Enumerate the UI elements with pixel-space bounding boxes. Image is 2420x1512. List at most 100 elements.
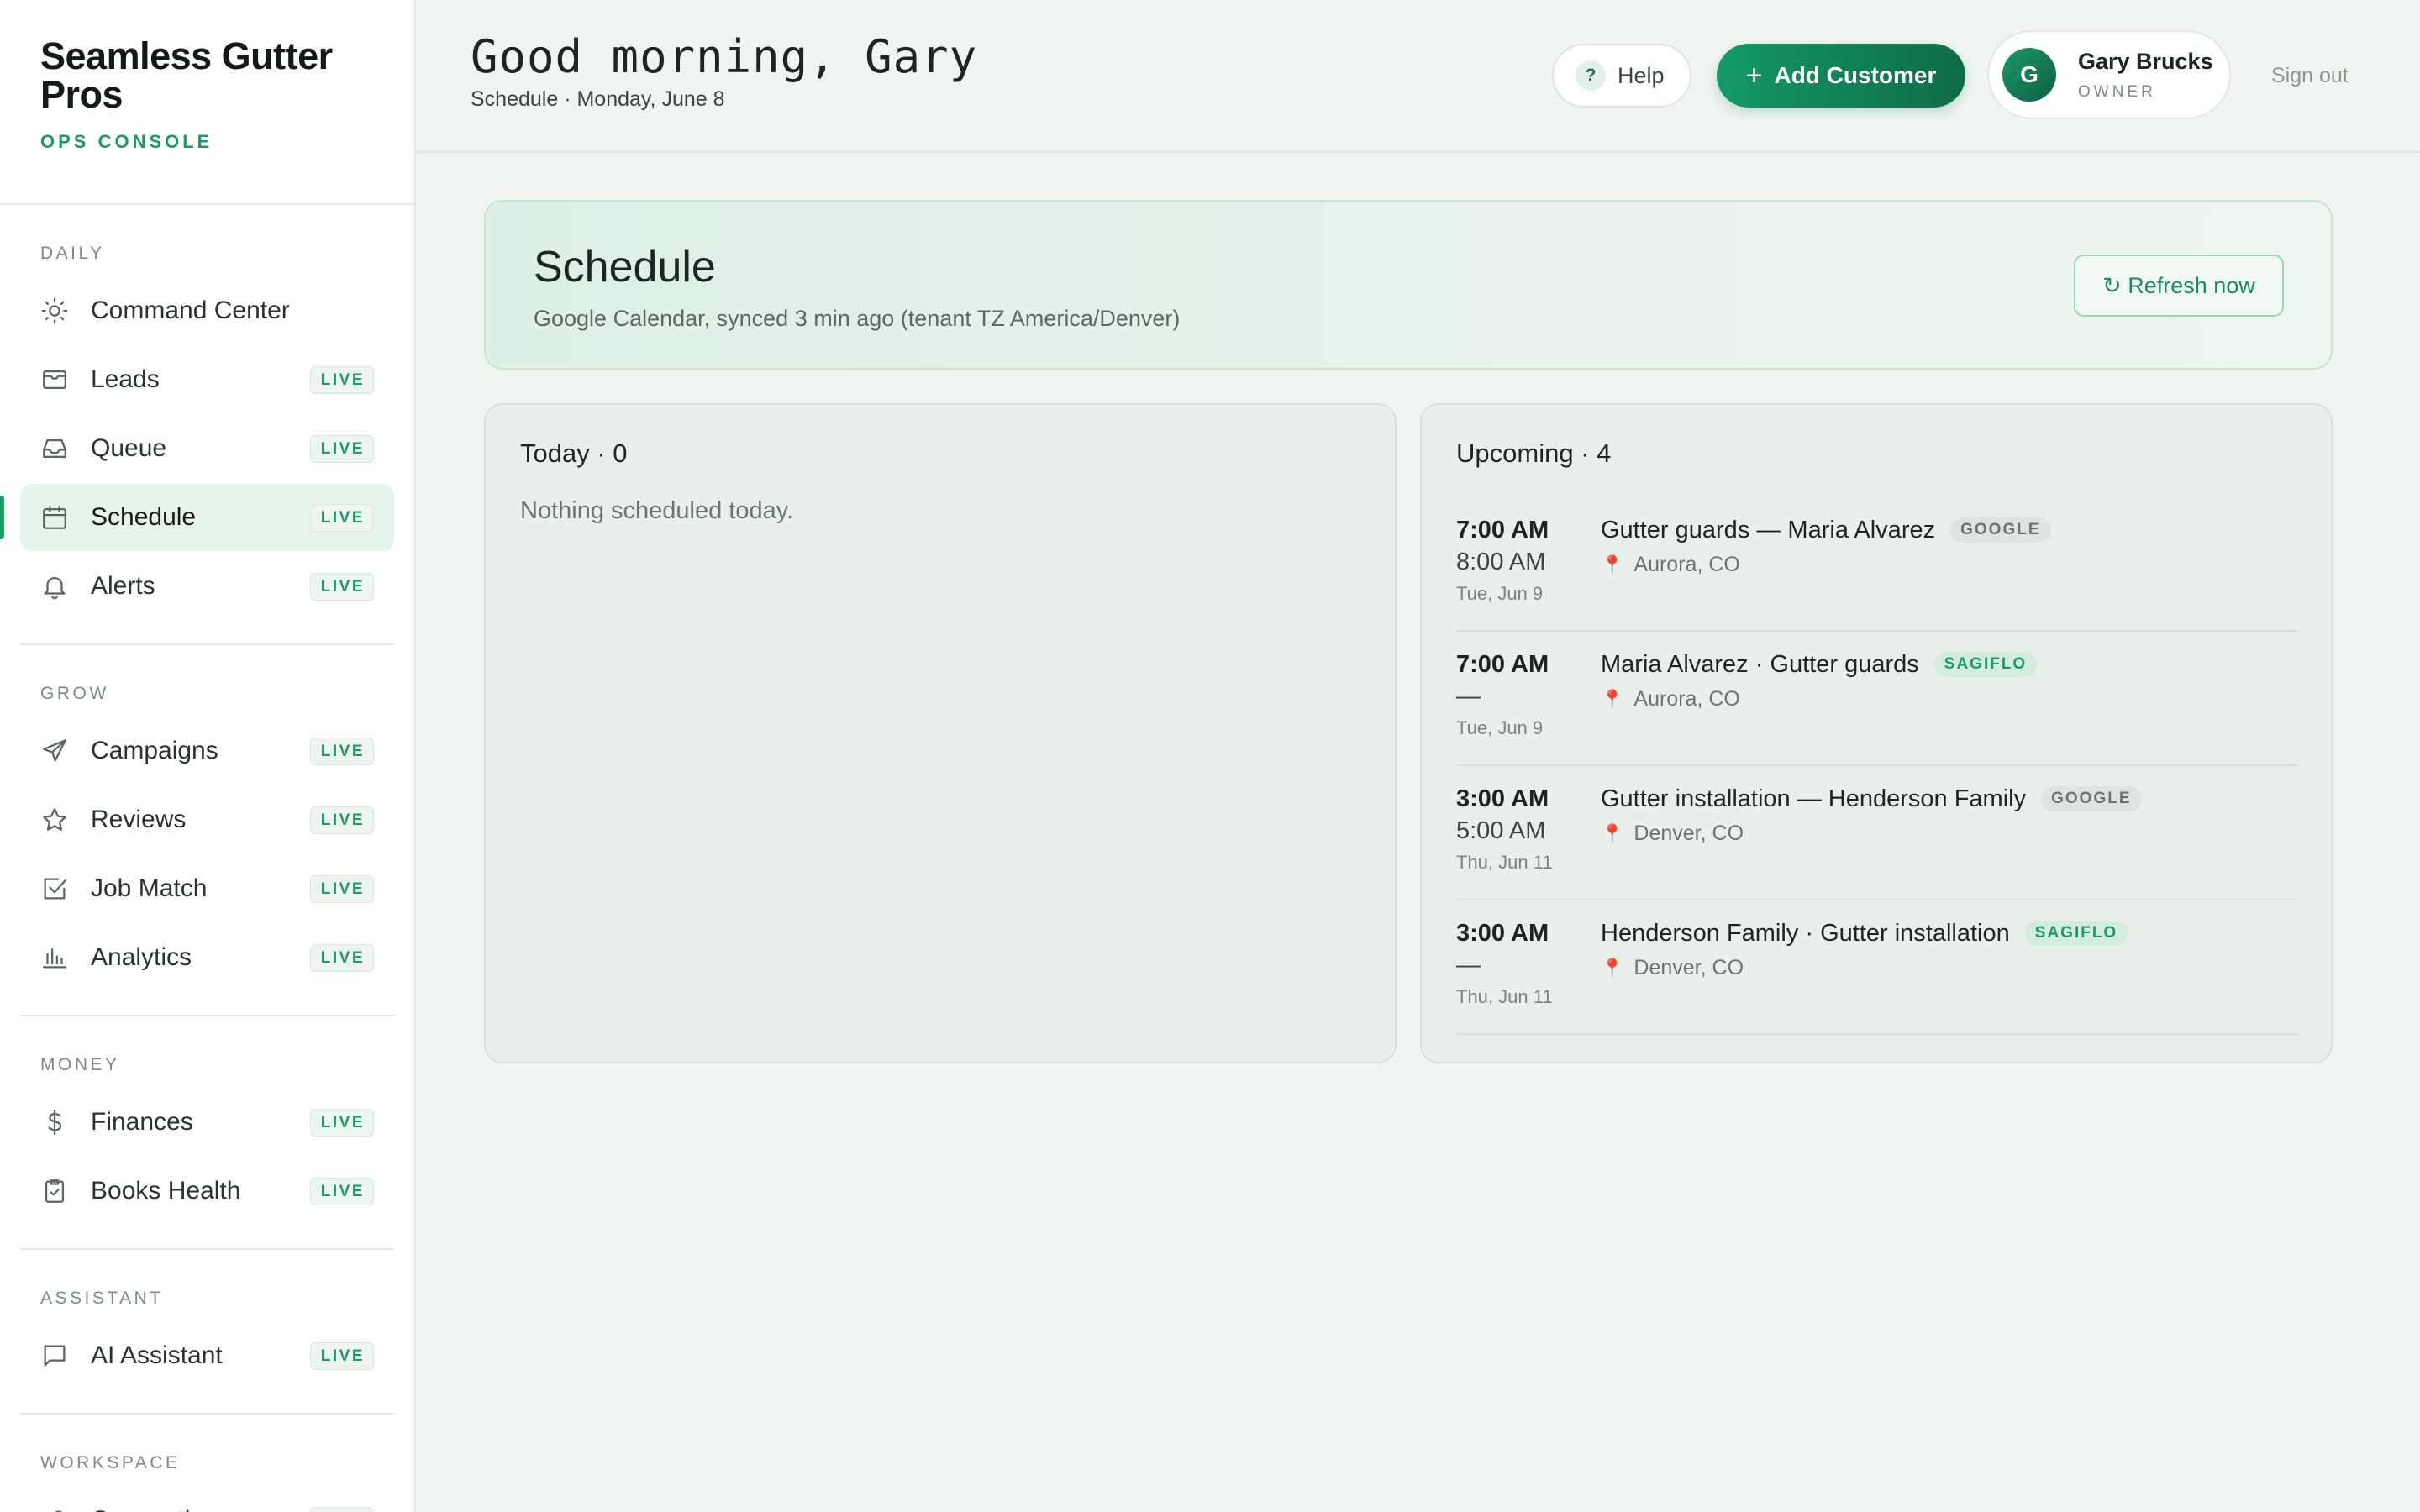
sidebar-item-campaigns[interactable]: Campaigns LIVE xyxy=(20,717,394,785)
event-title-row: Gutter guards — Maria Alvarez GOOGLE xyxy=(1601,516,2298,544)
event-start-time: 7:00 AM xyxy=(1456,651,1549,678)
event-body: Gutter installation — Henderson Family GO… xyxy=(1601,785,2298,899)
source-badge: GOOGLE xyxy=(2041,786,2142,811)
live-badge: LIVE xyxy=(309,806,374,834)
event-row[interactable]: 7:00 AM — Tue, Jun 9 Maria Alvarez · Gutter… xyxy=(1456,632,2298,766)
add-customer-button[interactable]: + Add Customer xyxy=(1717,44,1965,108)
live-badge: LIVE xyxy=(309,1108,374,1137)
map-pin-icon: 📍 xyxy=(1601,822,1624,844)
event-times: 3:00 AM — Thu, Jun 11 xyxy=(1456,919,1601,1033)
source-badge: SAGIFLO xyxy=(2024,921,2128,946)
help-button-label: Help xyxy=(1618,62,1665,88)
event-end-time: 8:00 AM xyxy=(1456,549,1546,575)
sidebar-item-alerts[interactable]: Alerts LIVE xyxy=(20,553,394,620)
nav-section-workspace: WORKSPACE ConnectionsLIVE xyxy=(20,1415,394,1512)
sidebar-item-queue[interactable]: Queue LIVE xyxy=(20,415,394,482)
user-meta: Gary Brucks OWNER xyxy=(2078,49,2213,102)
sidebar-item-schedule[interactable]: Schedule LIVE xyxy=(0,484,394,551)
event-title: Maria Alvarez · Gutter guards xyxy=(1601,650,1919,678)
sidebar-item-reviews[interactable]: Reviews LIVE xyxy=(20,786,394,853)
check-square-icon xyxy=(40,874,69,903)
bar-chart-icon xyxy=(40,943,69,972)
sun-icon xyxy=(40,297,69,325)
sidebar-item-ai-assistant[interactable]: AI Assistant LIVE xyxy=(20,1322,394,1389)
live-badge: LIVE xyxy=(309,1177,374,1205)
event-location-text: Aurora, CO xyxy=(1634,553,1740,576)
send-icon xyxy=(40,737,69,765)
bell-icon xyxy=(40,572,69,601)
event-date: Thu, Jun 11 xyxy=(1456,986,1553,1007)
link-icon xyxy=(40,1506,69,1512)
event-body: Maria Alvarez · Gutter guards SAGIFLO 📍 Aur… xyxy=(1601,650,2298,764)
sync-status: Google Calendar, synced 3 min ago (tenan… xyxy=(534,306,1181,331)
top-header: Good morning, Gary Schedule · Monday, Ju… xyxy=(416,0,2420,153)
sidebar-item-analytics[interactable]: Analytics LIVE xyxy=(20,924,394,991)
refresh-button[interactable]: ↻ Refresh now xyxy=(2074,255,2284,317)
sidebar-item-job-match[interactable]: Job Match LIVE xyxy=(20,855,394,922)
event-title: Gutter guards — Maria Alvarez xyxy=(1601,516,1936,543)
live-badge: LIVE xyxy=(309,874,374,903)
map-pin-icon: 📍 xyxy=(1601,957,1624,979)
avatar: G xyxy=(2002,48,2056,102)
event-location-text: Denver, CO xyxy=(1634,956,1744,979)
map-pin-icon: 📍 xyxy=(1601,688,1624,710)
nav-section-title: WORKSPACE xyxy=(40,1453,181,1473)
map-pin-icon: 📍 xyxy=(1601,554,1624,575)
event-row[interactable]: 7:00 AM 8:00 AM Tue, Jun 9 Gutter guards — … xyxy=(1456,497,2298,632)
live-badge: LIVE xyxy=(309,737,374,765)
event-location: 📍 Denver, CO xyxy=(1601,822,2298,846)
event-end-time: 5:00 AM xyxy=(1456,817,1546,844)
event-title-row: Henderson Family · Gutter installation SA… xyxy=(1601,919,2298,948)
star-icon xyxy=(40,806,69,834)
event-date: Thu, Jun 11 xyxy=(1456,852,1553,873)
upcoming-panel: Upcoming · 4 7:00 AM 8:00 AM Tue, Jun 9 Gut… xyxy=(1420,403,2333,1063)
brand: Seamless Gutter Pros OPS CONSOLE xyxy=(0,0,414,205)
nav-section-title: GROW xyxy=(40,684,109,703)
sidebar-item-leads[interactable]: Leads LIVE xyxy=(20,346,394,413)
brand-subtitle: OPS CONSOLE xyxy=(40,131,213,152)
sidebar-item-label: Alerts xyxy=(91,572,155,600)
mail-icon xyxy=(40,365,69,394)
sidebar-item-finances[interactable]: Finances LIVE xyxy=(20,1089,394,1156)
live-badge: LIVE xyxy=(309,1506,374,1512)
event-location: 📍 Aurora, CO xyxy=(1601,553,2298,577)
live-badge: LIVE xyxy=(309,943,374,972)
clipboard-check-icon xyxy=(40,1177,69,1205)
user-name: Gary Brucks xyxy=(2078,48,2213,74)
event-title-row: Maria Alvarez · Gutter guards SAGIFLO xyxy=(1601,650,2298,679)
page-title: Schedule xyxy=(534,243,716,291)
sidebar-item-label: Reviews xyxy=(91,806,187,833)
user-role: OWNER xyxy=(2078,82,2156,101)
nav-section-assistant: ASSISTANT AI Assistant LIVE xyxy=(20,1250,394,1415)
event-title: Gutter installation — Henderson Family xyxy=(1601,785,2027,812)
event-body: Gutter guards — Maria Alvarez GOOGLE 📍 Auro… xyxy=(1601,516,2298,630)
event-times: 7:00 AM — Tue, Jun 9 xyxy=(1456,650,1601,764)
event-times: 3:00 AM 5:00 AM Thu, Jun 11 xyxy=(1456,785,1601,899)
sidebar-item-label: Job Match xyxy=(91,874,208,902)
event-start-time: 7:00 AM xyxy=(1456,517,1549,543)
event-location-text: Aurora, CO xyxy=(1634,687,1740,711)
today-title: Today · 0 xyxy=(520,438,628,468)
event-row[interactable]: 3:00 AM — Thu, Jun 11 Henderson Family · Gu… xyxy=(1456,900,2298,1035)
sidebar-item-label: Connections xyxy=(91,1506,310,1512)
upcoming-title: Upcoming · 4 xyxy=(1456,438,1612,468)
source-badge: GOOGLE xyxy=(1950,517,2051,543)
plus-icon: + xyxy=(1745,59,1763,92)
sidebar-item-label: Analytics xyxy=(91,943,192,971)
event-times: 7:00 AM 8:00 AM Tue, Jun 9 xyxy=(1456,516,1601,630)
sidebar-item-connections[interactable]: ConnectionsLIVE xyxy=(20,1487,394,1512)
sidebar-item-books-health[interactable]: Books Health LIVE xyxy=(20,1158,394,1225)
help-button[interactable]: ? Help xyxy=(1552,44,1691,108)
sign-out-link[interactable]: Sign out xyxy=(2271,64,2349,88)
event-row[interactable]: 3:00 AM 5:00 AM Thu, Jun 11 Gutter installa… xyxy=(1456,766,2298,900)
inbox-icon xyxy=(40,434,69,463)
event-start-time: 3:00 AM xyxy=(1456,785,1549,812)
event-body: Henderson Family · Gutter installation SA… xyxy=(1601,919,2298,1033)
sidebar-item-command-center[interactable]: Command Center xyxy=(20,277,394,344)
source-badge: SAGIFLO xyxy=(1933,652,2038,677)
header-subline: Schedule · Monday, June 8 xyxy=(471,87,725,111)
user-menu[interactable]: G Gary Brucks OWNER xyxy=(1987,30,2231,119)
event-location: 📍 Denver, CO xyxy=(1601,956,2298,980)
sidebar-nav: DAILY Command Center Leads LIVE Queue LIVE Sch… xyxy=(0,205,414,1512)
sidebar-item-label: Finances xyxy=(91,1108,193,1136)
